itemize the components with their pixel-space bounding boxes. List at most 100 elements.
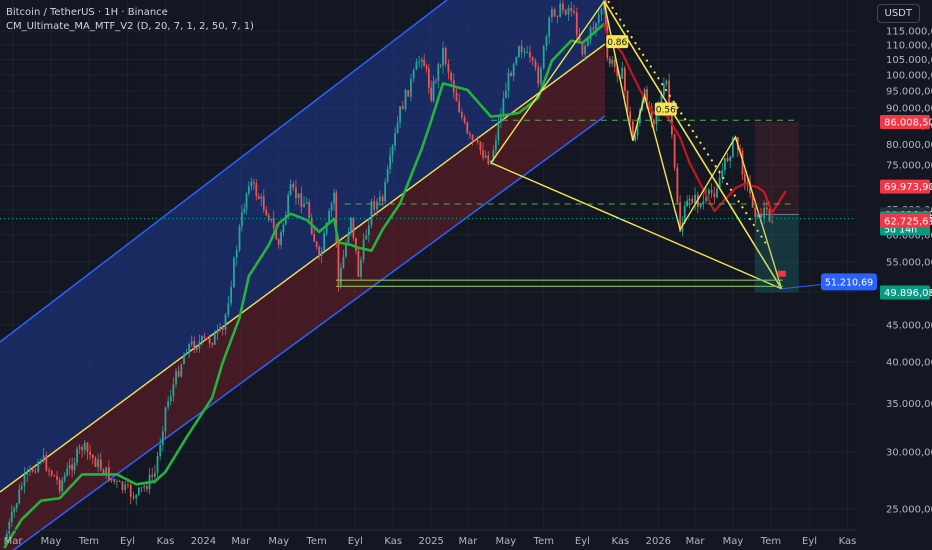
candle[interactable] (407, 89, 410, 97)
candle[interactable] (688, 194, 691, 209)
candle-body (265, 209, 268, 216)
candle[interactable] (621, 61, 624, 80)
candle[interactable] (466, 121, 469, 135)
candle[interactable] (663, 77, 665, 97)
candle-body (502, 98, 505, 116)
candle-body (455, 92, 458, 102)
candle[interactable] (724, 157, 726, 175)
price-axis[interactable]: 25.000,00 30.000,00 35.000,00 40.000,00 45.0… (886, 27, 932, 516)
candle-body (450, 72, 452, 81)
candle[interactable] (137, 487, 140, 497)
candle[interactable] (352, 217, 355, 242)
triangle-lower-leg (490, 162, 782, 290)
candle[interactable] (238, 223, 241, 253)
candle[interactable] (608, 56, 611, 68)
candle[interactable] (118, 479, 121, 483)
candle[interactable] (611, 56, 614, 68)
candle[interactable] (404, 88, 407, 112)
candle[interactable] (673, 133, 676, 172)
candle-body (282, 224, 285, 232)
candle[interactable] (542, 45, 545, 70)
candle-body (280, 231, 282, 245)
time-tick-label: May (41, 536, 62, 547)
time-axis[interactable]: Mar May Tem Eyl Kas 2024 Mar May Tem Eyl Kas 2025 Ma… (0, 529, 856, 547)
candle[interactable] (691, 195, 694, 204)
candle-body (132, 496, 135, 499)
apex-marker[interactable] (777, 270, 786, 277)
candle[interactable] (323, 230, 326, 252)
time-tick-label: 2024 (191, 536, 216, 547)
candle[interactable] (110, 478, 113, 483)
candle-body (45, 455, 48, 471)
candle-body (621, 67, 624, 79)
candle-body (287, 194, 290, 216)
candle-body (389, 155, 392, 170)
candle-body (73, 462, 76, 471)
candle[interactable] (623, 65, 626, 99)
candle[interactable] (76, 445, 78, 466)
candle[interactable] (370, 198, 373, 229)
candle-body (447, 63, 450, 73)
time-tick-label: Tem (533, 536, 554, 547)
candle[interactable] (686, 195, 689, 207)
indicator-label[interactable]: CM_Ultimate_MA_MTF_V2 (D, 20, 7, 1, 2, 5… (6, 20, 254, 34)
candle[interactable] (140, 487, 143, 493)
candle[interactable] (713, 186, 716, 205)
candle[interactable] (233, 256, 235, 289)
candle[interactable] (151, 467, 154, 483)
candle[interactable] (132, 491, 135, 501)
candle-body (347, 232, 350, 243)
candle[interactable] (113, 478, 116, 485)
candle[interactable] (726, 152, 729, 163)
candle-body (323, 233, 326, 252)
symbol-title[interactable]: Bitcoin / TetherUS · 1H · Binance (6, 6, 254, 20)
candle[interactable] (357, 248, 360, 278)
candle[interactable] (116, 478, 118, 489)
candle-body (526, 51, 529, 53)
candle[interactable] (135, 494, 138, 506)
candle[interactable] (337, 239, 340, 292)
candle-body (396, 122, 399, 134)
candle[interactable] (129, 482, 132, 505)
candle[interactable] (710, 183, 713, 199)
candle-body (726, 158, 729, 161)
candle[interactable] (676, 163, 679, 204)
candle[interactable] (665, 79, 668, 87)
candle-body (716, 188, 718, 198)
candle-body (410, 78, 412, 97)
time-tick-label: May (723, 536, 744, 547)
candle[interactable] (743, 169, 746, 191)
price-chart[interactable]: 0.86 0.56 51.210,69 25.000,00 30.000,00 35.0… (0, 0, 932, 550)
candle-body (167, 401, 170, 408)
candle[interactable] (729, 155, 732, 169)
candle[interactable] (540, 65, 542, 86)
candle[interactable] (308, 199, 311, 221)
currency-button[interactable]: USDT (876, 4, 920, 23)
candle-body (257, 196, 260, 199)
candle-body (99, 459, 102, 470)
candle[interactable] (156, 451, 159, 479)
candle[interactable] (180, 363, 183, 379)
candle-body (180, 364, 183, 377)
candle[interactable] (518, 45, 520, 59)
time-tick-label: Eyl (575, 536, 590, 547)
time-tick-label: Kas (611, 536, 629, 547)
candle[interactable] (124, 480, 127, 494)
candle[interactable] (721, 162, 724, 183)
annotation-text: 0.86 (607, 38, 627, 48)
time-tick-label: Eyl (348, 536, 363, 547)
candle[interactable] (384, 178, 387, 205)
candle-body (206, 337, 208, 339)
candle-body (250, 181, 253, 187)
candle[interactable] (121, 480, 124, 494)
candle-body (227, 303, 230, 315)
candle[interactable] (655, 113, 658, 132)
price-tick-label: 115.000,00 (886, 27, 932, 38)
candle-body (551, 9, 553, 18)
time-tick-label: Kas (384, 536, 402, 547)
candle-body (211, 343, 214, 345)
candle[interactable] (702, 194, 705, 210)
candle-body (743, 174, 746, 184)
candle[interactable] (444, 46, 447, 67)
candle[interactable] (699, 202, 702, 209)
